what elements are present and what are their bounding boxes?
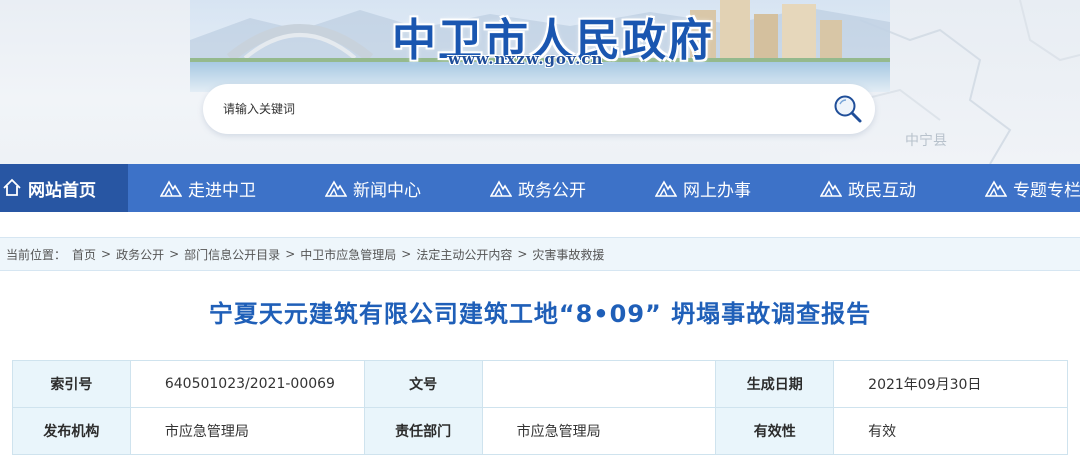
index-no-label: 索引号 <box>12 360 131 408</box>
breadcrumb-link-dept-catalog[interactable]: 部门信息公开目录 <box>184 246 280 263</box>
site-url: www.nxzw.gov.cn <box>448 50 604 68</box>
breadcrumb-link-disaster-rescue[interactable]: 灾害事故救援 <box>532 246 604 263</box>
breadcrumb-link-statutory-content[interactable]: 法定主动公开内容 <box>416 246 512 263</box>
breadcrumb-prefix: 当前位置： <box>6 247 67 262</box>
breadcrumb-link-home[interactable]: 首页 <box>72 246 96 263</box>
nav-item-label: 网上办事 <box>683 180 751 201</box>
date-value: 2021年09月30日 <box>833 360 1068 408</box>
nav-item-special-topics[interactable]: 专题专栏 <box>985 164 1080 212</box>
breadcrumb-separator: > <box>401 247 412 261</box>
mountain-icon <box>160 177 182 199</box>
search-box <box>203 84 875 134</box>
validity-value: 有效 <box>833 407 1068 455</box>
index-no-value: 640501023/2021-00069 <box>129 360 365 408</box>
nav-item-label: 网站首页 <box>28 180 96 201</box>
home-icon <box>2 177 22 199</box>
doc-no-label: 文号 <box>363 360 483 408</box>
breadcrumb-separator: > <box>285 247 296 261</box>
publisher-label: 发布机构 <box>12 407 131 455</box>
breadcrumb-separator: > <box>517 247 528 261</box>
nav-item-label: 新闻中心 <box>353 180 421 201</box>
dept-label: 责任部门 <box>363 407 483 455</box>
nav-item-news[interactable]: 新闻中心 <box>325 164 421 212</box>
search-icon <box>834 95 862 123</box>
nav-item-interaction[interactable]: 政民互动 <box>820 164 916 212</box>
mountain-icon <box>325 177 347 199</box>
nav-item-label: 政务公开 <box>518 180 586 201</box>
nav-item-online-services[interactable]: 网上办事 <box>655 164 751 212</box>
breadcrumb-link-emergency-bureau[interactable]: 中卫市应急管理局 <box>300 246 396 263</box>
nav-item-gov-affairs[interactable]: 政务公开 <box>490 164 586 212</box>
table-row: 发布机构 市应急管理局 责任部门 市应急管理局 有效性 有效 <box>12 407 1068 455</box>
mountain-icon <box>820 177 842 199</box>
article-title: 宁夏天元建筑有限公司建筑工地“8•09” 坍塌事故调查报告 <box>208 300 872 328</box>
header-banner: 中卫市人民政府 www.nxzw.gov.cn 中宁县 <box>0 0 1080 164</box>
breadcrumb-separator: > <box>169 247 180 261</box>
validity-label: 有效性 <box>715 407 835 455</box>
mountain-icon <box>985 177 1007 199</box>
breadcrumb-link-gov-affairs[interactable]: 政务公开 <box>116 246 164 263</box>
nav-item-home[interactable]: 网站首页 <box>0 164 128 212</box>
mountain-icon <box>655 177 677 199</box>
main-nav: 网站首页 走进中卫 新闻中心 政务公开 网上办事 政民互动 专题专栏 <box>0 164 1080 212</box>
mountain-icon <box>490 177 512 199</box>
table-row: 索引号 640501023/2021-00069 文号 生成日期 2021年09… <box>12 360 1068 408</box>
date-label: 生成日期 <box>715 360 835 408</box>
search-button[interactable] <box>833 94 863 124</box>
breadcrumb: 当前位置： 首页 > 政务公开 > 部门信息公开目录 > 中卫市应急管理局 > … <box>0 237 1080 271</box>
publisher-value: 市应急管理局 <box>129 407 365 455</box>
nav-item-about[interactable]: 走进中卫 <box>160 164 256 212</box>
search-input[interactable] <box>223 84 813 134</box>
nav-item-label: 政民互动 <box>848 180 916 201</box>
doc-no-value <box>481 360 717 408</box>
nav-item-label: 走进中卫 <box>188 180 256 201</box>
map-label: 中宁县 <box>905 133 947 149</box>
document-meta-table: 索引号 640501023/2021-00069 文号 生成日期 2021年09… <box>12 360 1068 455</box>
breadcrumb-separator: > <box>101 247 112 261</box>
dept-value: 市应急管理局 <box>481 407 717 455</box>
nav-item-label: 专题专栏 <box>1013 180 1080 201</box>
